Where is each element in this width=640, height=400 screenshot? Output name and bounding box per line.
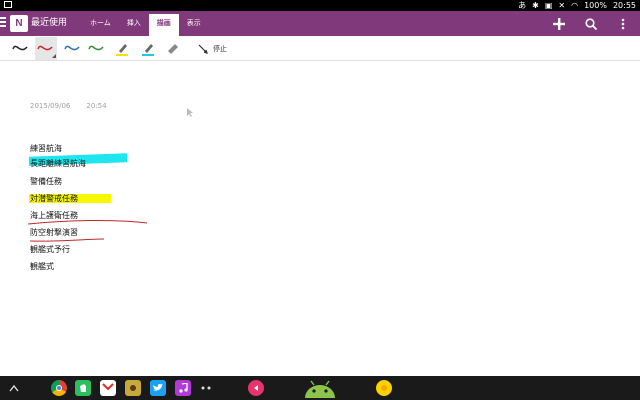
ribbon-tabs: ホーム 挿入 描画 表示 [82,11,209,36]
cyan-highlighter-tool[interactable] [137,37,159,60]
tab-insert[interactable]: 挿入 [119,11,149,36]
app-icon[interactable] [125,380,141,396]
status-time: 20:55 [612,1,636,10]
yellow-highlighter-tool[interactable] [111,37,133,60]
notebook-title[interactable]: 最近使用 [31,11,67,36]
stop-label: 停止 [213,44,227,53]
pink-app-icon[interactable] [248,380,264,396]
app-title-bar: N 最近使用 ホーム 挿入 描画 表示 [0,11,640,36]
add-icon[interactable] [552,17,566,31]
more-dots-icon[interactable] [198,380,214,396]
search-icon[interactable] [584,17,598,31]
chevron-up-icon[interactable] [6,380,22,396]
draw-ribbon: 停止 [0,36,640,61]
note-line[interactable]: 防空射撃演習 [30,228,78,238]
mute-icon: ✕ [558,1,566,10]
page-timestamp: 2015/09/06 20:54 [30,102,107,110]
android-nav-bar [0,376,640,400]
mouse-cursor-icon [187,108,193,117]
stop-drawing-button[interactable]: 停止 [198,36,227,61]
eraser-tool[interactable] [162,37,184,60]
gmail-icon[interactable] [100,380,116,396]
page-date: 2015/09/06 [30,102,71,110]
tab-draw[interactable]: 描画 [148,11,179,36]
music-icon[interactable] [175,380,191,396]
gallery-icon [4,0,12,11]
wifi-icon: ◠ [571,1,579,10]
black-pen-tool[interactable] [9,37,31,60]
evernote-icon[interactable] [75,380,91,396]
status-bar: あ ✱ ▣ ✕ ◠ 100% 20:55 [0,0,640,11]
blue-pen-tool[interactable] [61,37,83,60]
note-line[interactable]: 長距離練習航海 [30,159,86,169]
note-line[interactable]: 観艦式予行 [30,245,70,255]
ime-indicator: あ [518,1,527,10]
note-line[interactable]: 観艦式 [30,262,54,272]
green-pen-tool[interactable] [85,37,107,60]
yellow-app-icon[interactable] [376,380,392,396]
menu-icon[interactable] [0,17,8,29]
tab-view[interactable]: 表示 [179,11,209,36]
red-pen-tool[interactable] [35,37,57,60]
twitter-icon[interactable] [150,380,166,396]
bluetooth-icon: ✱ [532,1,539,10]
note-line[interactable]: 練習航海 [30,144,62,154]
android-icon[interactable] [302,376,338,400]
tab-home[interactable]: ホーム [82,11,119,36]
nfc-icon: ▣ [544,1,553,10]
note-line[interactable]: 海上護衛任務 [30,211,78,221]
note-line[interactable]: 対潜警戒任務 [30,194,78,204]
note-page[interactable]: 2015/09/06 20:54 練習航海 長距離練習航海 警備任務 対潜警戒任… [0,62,640,376]
battery-label: 100% [584,1,607,10]
chrome-icon[interactable] [51,380,67,396]
lasso-cursor-icon [198,44,208,54]
note-line[interactable]: 警備任務 [30,177,62,187]
onenote-logo: N [10,15,28,32]
page-time: 20:54 [86,102,107,110]
more-options-icon[interactable] [616,17,630,31]
